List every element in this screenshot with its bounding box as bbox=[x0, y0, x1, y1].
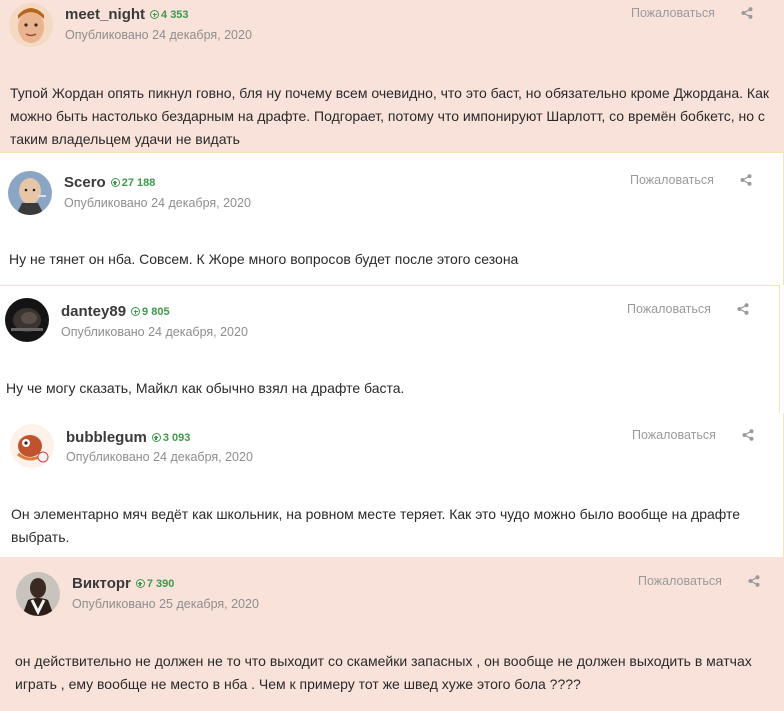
report-link[interactable]: Пожаловаться bbox=[638, 574, 722, 588]
post-body: Ну че могу сказать, Майкл как обычно взя… bbox=[6, 380, 405, 396]
report-link[interactable]: Пожаловаться bbox=[632, 428, 716, 442]
author-name[interactable]: Викторr 7 390 bbox=[72, 575, 174, 592]
plus-circle-icon bbox=[150, 10, 160, 19]
post-date[interactable]: Опубликовано 24 декабря, 2020 bbox=[64, 196, 251, 210]
reputation-badge: 27 188 bbox=[110, 177, 156, 189]
post-date[interactable]: Опубликовано 24 декабря, 2020 bbox=[65, 28, 252, 42]
author-name-text: meet_night bbox=[65, 6, 146, 23]
post-body: Тупой Жордан опять пикнул говно, бля ну … bbox=[10, 85, 769, 147]
share-icon[interactable] bbox=[742, 429, 754, 441]
reputation-value: 9 805 bbox=[142, 306, 170, 318]
avatar[interactable] bbox=[8, 171, 52, 215]
report-link[interactable]: Пожаловаться bbox=[630, 173, 714, 187]
author-name[interactable]: bubblegum 3 093 bbox=[66, 429, 190, 446]
share-icon[interactable] bbox=[748, 575, 760, 587]
post-body: он действительно не должен не то что вых… bbox=[15, 653, 752, 692]
comment-post: Викторr 7 390 Опубликовано 25 декабря, 20… bbox=[0, 557, 784, 711]
post-body: Ну не тянет он нба. Совсем. К Жоре много… bbox=[9, 251, 519, 267]
share-icon[interactable] bbox=[741, 7, 753, 19]
plus-circle-icon bbox=[110, 178, 120, 187]
report-link[interactable]: Пожаловаться bbox=[627, 302, 711, 316]
reputation-value: 4 353 bbox=[161, 9, 189, 21]
author-name[interactable]: Scero 27 188 bbox=[64, 174, 155, 191]
post-date[interactable]: Опубликовано 25 декабря, 2020 bbox=[72, 597, 259, 611]
reputation-badge: 4 353 bbox=[150, 9, 189, 21]
post-body: Он элементарно мяч ведёт как школьник, н… bbox=[11, 506, 741, 545]
reputation-badge: 3 093 bbox=[151, 432, 191, 444]
report-link[interactable]: Пожаловаться bbox=[631, 6, 715, 20]
comment-post: meet_night 4 353 Опубликовано 24 декабря,… bbox=[0, 0, 784, 152]
post-date[interactable]: Опубликовано 24 декабря, 2020 bbox=[66, 450, 253, 464]
share-icon[interactable] bbox=[740, 174, 752, 186]
post-date[interactable]: Опубликовано 24 декабря, 2020 bbox=[61, 325, 248, 339]
avatar[interactable] bbox=[9, 3, 53, 47]
avatar[interactable] bbox=[16, 572, 60, 616]
share-icon[interactable] bbox=[737, 303, 749, 315]
reputation-badge: 9 805 bbox=[131, 306, 170, 318]
comment-feed: meet_night 4 353 Опубликовано 24 декабря,… bbox=[0, 0, 784, 711]
comment-post: dantey89 9 805 Опубликовано 24 декабря, 2… bbox=[0, 285, 780, 413]
author-name-text: dantey89 bbox=[61, 303, 127, 320]
plus-circle-icon bbox=[151, 433, 161, 442]
plus-circle-icon bbox=[135, 579, 145, 588]
avatar[interactable] bbox=[5, 298, 49, 342]
author-name[interactable]: meet_night 4 353 bbox=[65, 6, 189, 23]
avatar[interactable] bbox=[10, 424, 54, 468]
author-name[interactable]: dantey89 9 805 bbox=[61, 303, 170, 320]
author-name-text: Scero bbox=[64, 174, 106, 191]
comment-post: Scero 27 188 Опубликовано 24 декабря, 202… bbox=[0, 152, 784, 285]
reputation-value: 27 188 bbox=[121, 177, 156, 189]
reputation-badge: 7 390 bbox=[135, 578, 175, 590]
author-name-text: bubblegum bbox=[66, 429, 147, 446]
reputation-value: 3 093 bbox=[162, 432, 191, 444]
comment-post: bubblegum 3 093 Опубликовано 24 декабря, … bbox=[0, 413, 784, 557]
reputation-value: 7 390 bbox=[146, 578, 175, 590]
author-name-text: Викторr bbox=[72, 575, 131, 592]
plus-circle-icon bbox=[131, 307, 141, 316]
